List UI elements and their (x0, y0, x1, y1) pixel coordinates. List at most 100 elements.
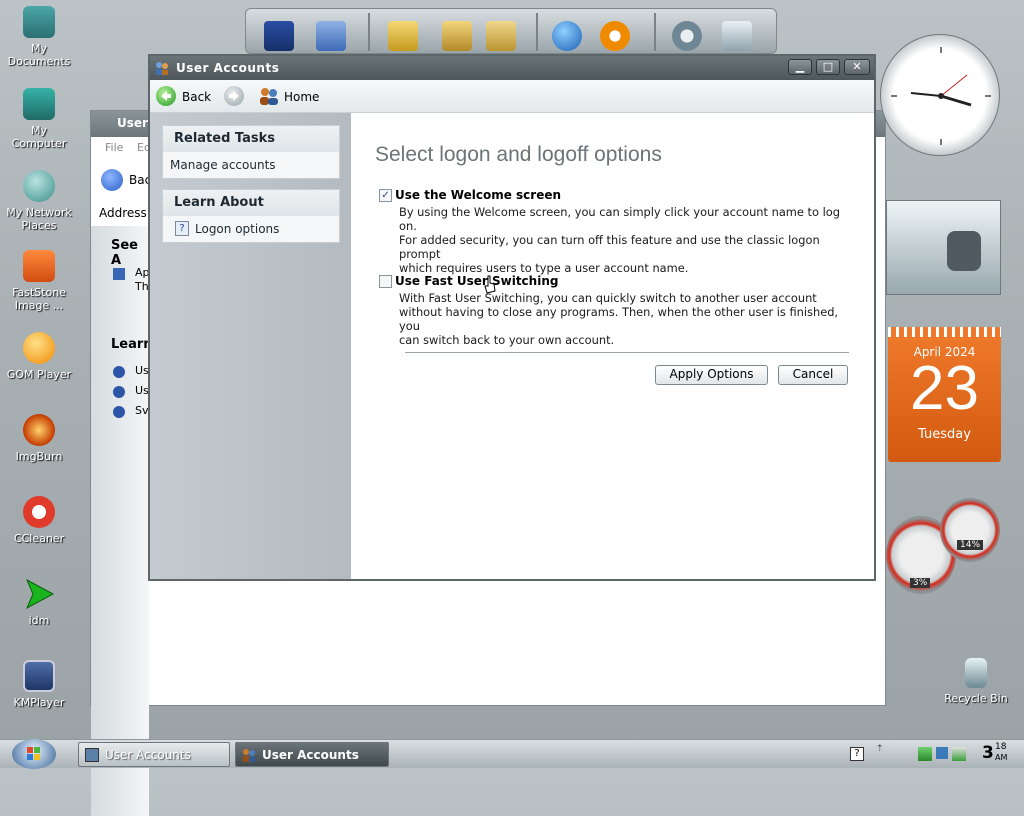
learn-item[interactable]: Us (135, 364, 149, 377)
start-button[interactable] (12, 739, 56, 769)
gear-icon[interactable] (672, 21, 702, 51)
clock-face-icon (891, 47, 991, 145)
apply-options-button[interactable]: Apply Options (655, 365, 768, 385)
desktop-icon-my-network[interactable]: My Network Places (0, 170, 78, 232)
see-also-icon (113, 268, 125, 280)
user-accounts-window[interactable]: User Accounts ▁ □ ✕ Back Home Related Ta… (148, 54, 876, 581)
welcome-screen-description: By using the Welcome screen, you can sim… (399, 205, 859, 275)
analog-clock-gadget[interactable] (880, 34, 1000, 156)
globe-network-icon (23, 170, 55, 202)
cpu-meter-value: 3% (910, 578, 931, 588)
window-title: User Accounts (176, 61, 280, 75)
navigation-bar: Back Home (150, 80, 874, 113)
desktop-icon-ccleaner[interactable]: CCleaner (0, 496, 78, 545)
desktop-icon-recycle-bin[interactable]: Recycle Bin (936, 658, 1016, 705)
left-task-pane: Related Tasks Manage accounts Learn Abou… (150, 113, 351, 579)
learn-item[interactable]: Us (135, 384, 149, 397)
help-icon (113, 366, 125, 378)
desktop-icon-kmplayer[interactable]: KMPlayer (0, 660, 78, 709)
taskbar-clock-hour[interactable]: 3 (982, 743, 994, 763)
fast-user-switching-description: With Fast User Switching, you can quickl… (399, 291, 859, 347)
desktop-icon-idm[interactable]: idm (0, 578, 78, 627)
fast-user-switching-checkbox[interactable] (379, 275, 392, 288)
recycle-bin-label: Recycle Bin (944, 692, 1008, 705)
welcome-screen-option[interactable]: ✓ Use the Welcome screen (379, 188, 561, 202)
desktop-icon-label: idm (28, 614, 50, 627)
desktop-icon-label: ImgBurn (15, 450, 63, 463)
taskbar-button-user-accounts-1[interactable]: User Accounts (78, 742, 230, 767)
window-titlebar[interactable]: User Accounts ▁ □ ✕ (150, 56, 874, 80)
taskbar-clock-minute[interactable]: 18 (995, 742, 1006, 752)
monitor-icon[interactable] (264, 21, 294, 51)
memory-meter-gadget[interactable]: 14% (940, 498, 1000, 562)
eye-icon (23, 250, 55, 282)
taskbar: User Accounts User Accounts ? ⇡ 3 18 AM (0, 739, 1024, 769)
media-player-icon[interactable] (600, 21, 630, 51)
top-dock (245, 8, 777, 54)
help-tray-icon[interactable]: ? (850, 747, 864, 761)
computer-icon (23, 88, 55, 120)
back-left-pane: See A Ap Th Learn Us Us Sv (91, 226, 153, 816)
folder-icon[interactable] (388, 21, 418, 51)
address-label: Address (99, 206, 147, 220)
home-button[interactable]: Home (284, 90, 319, 104)
taskbar-clock-ampm[interactable]: AM (995, 753, 1007, 762)
learn-item[interactable]: Sv (135, 404, 149, 417)
logon-options-link[interactable]: ? Logon options (163, 216, 339, 242)
calendar-gadget[interactable]: April 2024 23 Tuesday (888, 327, 1001, 462)
network-drive-icon[interactable] (316, 21, 346, 51)
music-folder-icon[interactable] (486, 21, 516, 51)
manage-accounts-link[interactable]: Manage accounts (163, 152, 339, 178)
safely-remove-tray-icon[interactable] (936, 747, 948, 759)
related-tasks-header: Related Tasks (163, 126, 339, 152)
divider (405, 352, 849, 353)
cancel-button[interactable]: Cancel (778, 365, 848, 385)
description-line: can switch back to your own account. (399, 333, 615, 347)
desktop-icon-label: KMPlayer (13, 696, 65, 709)
recycle-bin-icon (965, 658, 987, 688)
windows-logo-icon (27, 747, 40, 760)
description-line: without having to close any programs. Th… (399, 305, 839, 333)
network-tray-icon[interactable] (918, 747, 932, 761)
fire-disc-icon (23, 414, 55, 446)
memory-meter-value: 14% (957, 540, 984, 550)
fast-user-switching-label[interactable]: Use Fast User Switching (379, 274, 558, 288)
page-title: Select logon and logoff options (375, 143, 662, 166)
help-icon (113, 406, 125, 418)
tray-chevron-icon[interactable]: ⇡ (876, 744, 884, 754)
users-home-icon[interactable] (258, 86, 280, 106)
learn-header: Learn (111, 337, 153, 352)
description-line: By using the Welcome screen, you can sim… (399, 205, 840, 233)
welcome-screen-label[interactable]: Use the Welcome screen (379, 188, 561, 202)
forward-arrow-icon[interactable] (224, 86, 244, 106)
maximize-button[interactable]: □ (816, 59, 840, 75)
desktop-icon-gom-player[interactable]: GOM Player (0, 332, 78, 381)
back-button[interactable]: Back (182, 90, 211, 104)
gom-player-icon (23, 332, 55, 364)
main-content: Select logon and logoff options ✓ Use th… (351, 113, 874, 579)
back-arrow-icon[interactable] (156, 86, 176, 106)
trash-icon[interactable] (722, 21, 752, 51)
back-arrow-icon[interactable] (101, 169, 123, 191)
taskbar-button-user-accounts-2[interactable]: User Accounts (235, 742, 389, 767)
see-also-item[interactable]: Th (135, 280, 149, 293)
internet-globe-icon[interactable] (552, 21, 582, 51)
hand-cursor-icon (484, 275, 496, 295)
kmplayer-icon (23, 660, 55, 692)
desktop-icon-my-computer[interactable]: My Computer (0, 88, 78, 150)
minimize-button[interactable]: ▁ (788, 59, 812, 75)
photo-image (947, 231, 981, 271)
back-menu-file[interactable]: File (105, 141, 123, 154)
desktop-icon-imgburn[interactable]: ImgBurn (0, 414, 78, 463)
taskbar-button-label: User Accounts (105, 748, 191, 762)
description-line: For added security, you can turn off thi… (399, 233, 820, 261)
fast-user-switching-option[interactable]: Use Fast User Switching (379, 274, 558, 288)
close-button[interactable]: ✕ (844, 59, 870, 75)
desktop-icon-faststone[interactable]: FastStone Image ... (0, 250, 78, 312)
welcome-screen-checkbox[interactable]: ✓ (379, 189, 392, 202)
pictures-folder-icon[interactable] (442, 21, 472, 51)
desktop-icon-my-documents[interactable]: My Documents (0, 6, 78, 68)
help-icon (113, 386, 125, 398)
photo-slideshow-gadget[interactable] (886, 200, 1001, 295)
volume-tray-icon[interactable] (952, 747, 966, 761)
